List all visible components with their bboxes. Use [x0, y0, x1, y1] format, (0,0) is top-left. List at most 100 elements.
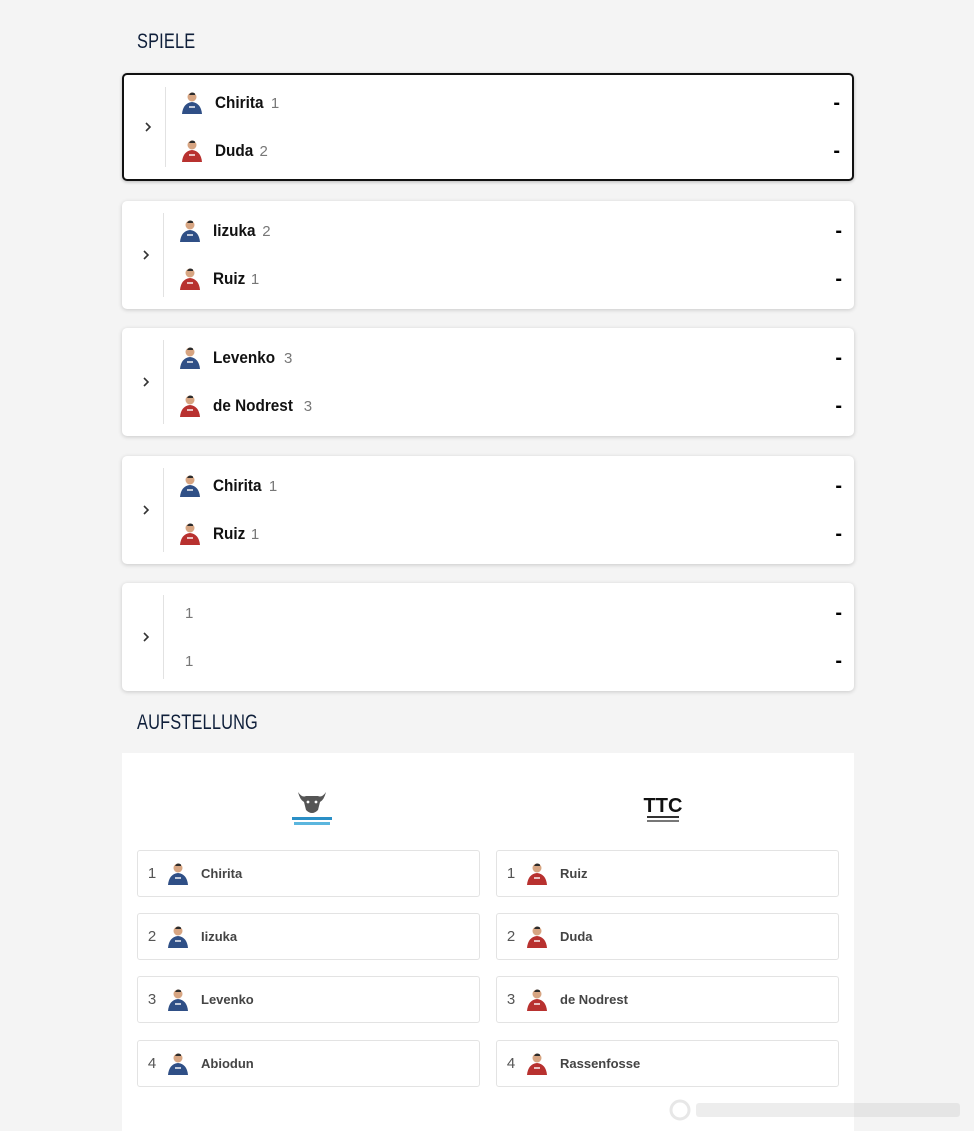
player-number: 2: [262, 222, 271, 240]
player-avatar: [177, 345, 203, 371]
watermark-icon: [669, 1099, 960, 1121]
divider: [163, 213, 164, 297]
lineup-position-number: 2: [147, 928, 157, 945]
ttc-logo-icon: TTC: [644, 795, 683, 822]
away-score: -: [835, 395, 842, 417]
away-player-row: Ruiz 1 -: [177, 519, 842, 549]
home-score: -: [835, 347, 842, 369]
match-card[interactable]: Iizuka 2 - Ruiz 1 -: [122, 201, 854, 309]
home-player-row: Chirita 1 -: [177, 471, 842, 501]
lineup-item[interactable]: 1 Ruiz: [496, 850, 839, 897]
player-avatar: [165, 987, 191, 1013]
away-score: -: [833, 140, 840, 162]
player-number: 1: [185, 652, 194, 670]
away-player-row: Ruiz 1 -: [177, 264, 842, 294]
chevron-right-icon[interactable]: [134, 201, 158, 309]
away-team-logo[interactable]: TTC: [623, 786, 703, 830]
chevron-right-icon[interactable]: [134, 328, 158, 436]
lineup-player-name: Chirita: [201, 866, 243, 881]
player-avatar: [177, 266, 203, 292]
lineup-item[interactable]: 4 Abiodun: [137, 1040, 480, 1087]
player-name[interactable]: Chirita: [213, 476, 261, 496]
lineup-player-name: Iizuka: [201, 929, 238, 944]
player-avatar: [177, 473, 203, 499]
lineup-position-number: 1: [147, 865, 157, 882]
chevron-right-icon[interactable]: [136, 75, 160, 179]
player-avatar: [177, 393, 203, 419]
player-name[interactable]: Levenko: [213, 348, 275, 368]
player-name[interactable]: Chirita: [215, 93, 263, 113]
lineup-item[interactable]: 3 Levenko: [137, 976, 480, 1023]
player-name[interactable]: de Nodrest: [213, 396, 293, 416]
player-avatar: [524, 861, 550, 887]
match-card[interactable]: Chirita 1 - Ruiz 1 -: [122, 456, 854, 564]
player-number: 1: [185, 604, 194, 622]
player-number: 3: [283, 349, 293, 367]
lineup-item[interactable]: 2 Iizuka: [137, 913, 480, 960]
divider: [165, 87, 166, 167]
player-number: 2: [259, 142, 268, 160]
lineup-item[interactable]: 3 de Nodrest: [496, 976, 839, 1023]
player-number: 1: [250, 270, 260, 288]
player-number: 3: [303, 397, 313, 415]
match-card[interactable]: Chirita 1 - Duda 2 -: [122, 73, 854, 181]
divider: [163, 340, 164, 424]
player-avatar: [165, 1051, 191, 1077]
home-score: -: [835, 602, 842, 624]
player-avatar: [524, 1051, 550, 1077]
player-name[interactable]: Duda: [215, 141, 253, 161]
player-avatar: [165, 861, 191, 887]
bull-logo-icon: [292, 792, 332, 825]
player-number: 1: [270, 94, 280, 112]
player-name[interactable]: Ruiz: [213, 524, 245, 544]
match-detail-page: SPIELE Chirita 1- Duda 2- Iizuka 2- Ruiz 1- Leve…: [0, 0, 974, 1131]
lineup-player-name: Levenko: [201, 992, 254, 1007]
chevron-right-icon[interactable]: [134, 456, 158, 564]
chevron-right-icon[interactable]: [134, 583, 158, 691]
divider: [163, 595, 164, 679]
match-card[interactable]: Levenko 3 - de Nodrest 3 -: [122, 328, 854, 436]
lineup-position-number: 3: [147, 991, 157, 1008]
divider: [163, 468, 164, 552]
home-player-row: Chirita 1 -: [179, 88, 840, 118]
lineup-item[interactable]: 2 Duda: [496, 913, 839, 960]
player-number: 1: [250, 525, 260, 543]
away-player-row: Duda 2 -: [179, 136, 840, 166]
player-name[interactable]: Ruiz: [213, 269, 245, 289]
match-card[interactable]: 1-1-: [122, 583, 854, 691]
away-score: -: [835, 650, 842, 672]
player-avatar: [177, 521, 203, 547]
lineup-position-number: 1: [506, 865, 516, 882]
section-title-spiele: SPIELE: [137, 30, 196, 53]
lineup-position-number: 3: [506, 991, 516, 1008]
away-player-row: de Nodrest 3 -: [177, 391, 842, 421]
player-avatar: [179, 90, 205, 116]
player-avatar: [177, 218, 203, 244]
lineup-panel: TTC 1 Chirita 2 Iizuka 3 Levenko 4 Abiodun 1 Rui…: [122, 753, 854, 1131]
lineup-player-name: Abiodun: [201, 1056, 254, 1071]
home-player-row: Iizuka 2 -: [177, 216, 842, 246]
section-title-aufstellung: AUFSTELLUNG: [137, 711, 258, 734]
svg-text:TTC: TTC: [644, 795, 683, 817]
player-name[interactable]: Iizuka: [213, 221, 256, 241]
home-player-row: 1-: [177, 598, 842, 628]
home-score: -: [835, 475, 842, 497]
lineup-position-number: 2: [506, 928, 516, 945]
player-avatar: [524, 987, 550, 1013]
home-team-logo[interactable]: [272, 786, 352, 830]
away-score: -: [835, 268, 842, 290]
lineup-item[interactable]: 4 Rassenfosse: [496, 1040, 839, 1087]
lineup-position-number: 4: [506, 1055, 516, 1072]
player-avatar: [165, 924, 191, 950]
home-score: -: [833, 92, 840, 114]
lineup-player-name: Duda: [560, 929, 593, 944]
lineup-player-name: Ruiz: [560, 866, 588, 881]
home-player-row: Levenko 3 -: [177, 343, 842, 373]
player-avatar: [179, 138, 205, 164]
player-number: 1: [268, 477, 278, 495]
away-player-row: 1-: [177, 646, 842, 676]
away-score: -: [835, 523, 842, 545]
lineup-player-name: de Nodrest: [560, 992, 628, 1007]
lineup-player-name: Rassenfosse: [560, 1056, 641, 1071]
lineup-item[interactable]: 1 Chirita: [137, 850, 480, 897]
